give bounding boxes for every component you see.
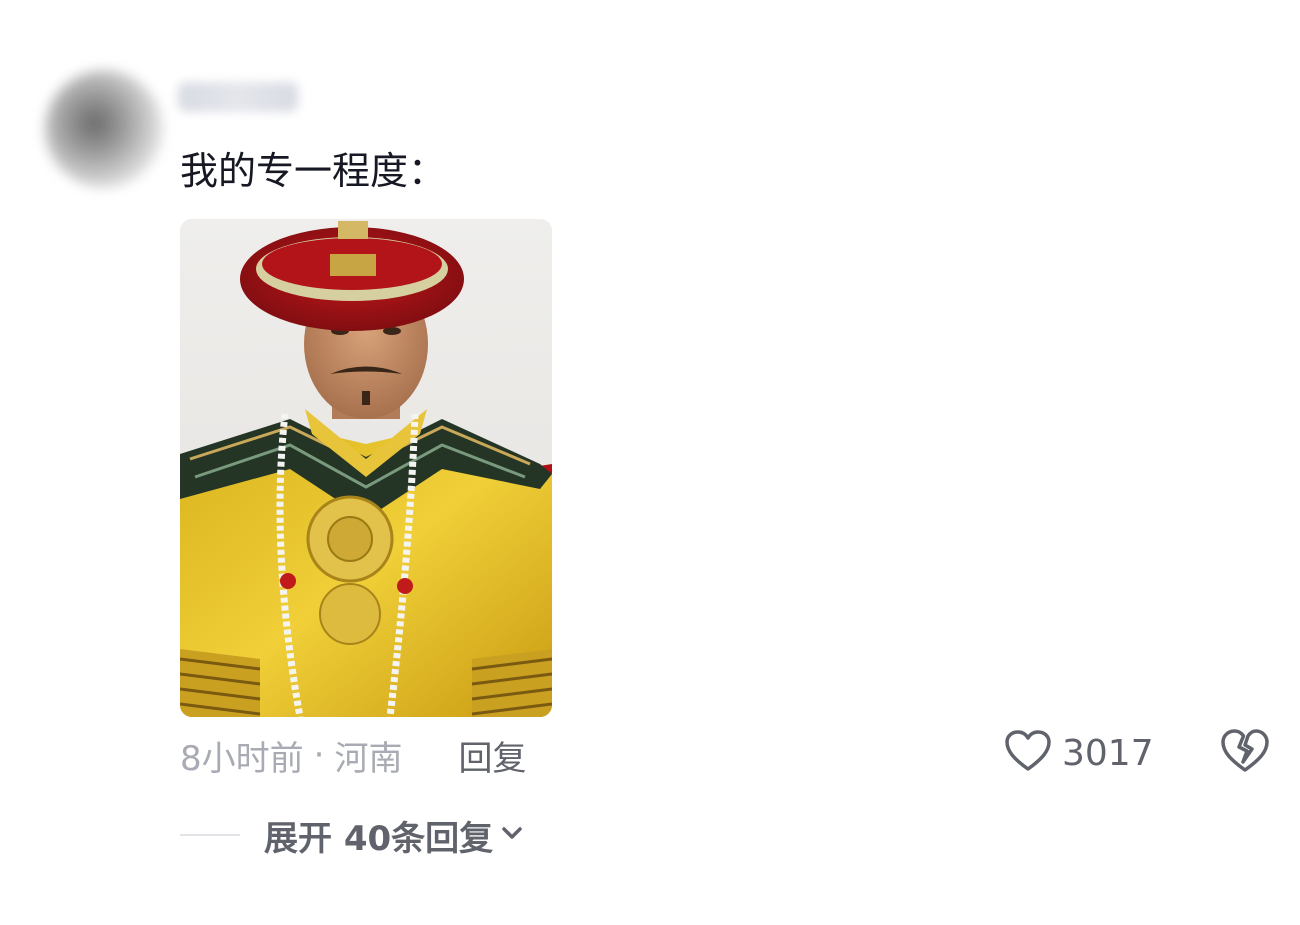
commenter-name[interactable] xyxy=(178,82,298,112)
comment-meta: 8小时前 · 河南 回复 xyxy=(180,731,526,780)
heart-outline-icon[interactable] xyxy=(1004,729,1052,777)
reply-button[interactable]: 回复 xyxy=(458,731,526,780)
expand-replies-row: 展开 40条回复 xyxy=(180,811,525,860)
divider-line xyxy=(180,834,240,836)
broken-heart-icon[interactable] xyxy=(1220,729,1270,778)
expand-replies-label: 展开 40条回复 xyxy=(264,818,494,859)
dislike-button[interactable] xyxy=(1220,728,1270,778)
like-button[interactable]: 3017 xyxy=(1004,728,1154,778)
comment-location: 河南 xyxy=(334,738,403,779)
comment-image[interactable] xyxy=(180,219,552,717)
meta-separator: · xyxy=(313,735,325,775)
like-count: 3017 xyxy=(1062,732,1154,774)
comment-time: 8小时前 xyxy=(180,738,304,779)
expand-replies-button[interactable]: 展开 40条回复 xyxy=(264,811,525,860)
chevron-down-icon xyxy=(499,823,525,847)
commenter-avatar[interactable] xyxy=(45,70,163,188)
comment-text: 我的专一程度： xyxy=(180,149,447,193)
